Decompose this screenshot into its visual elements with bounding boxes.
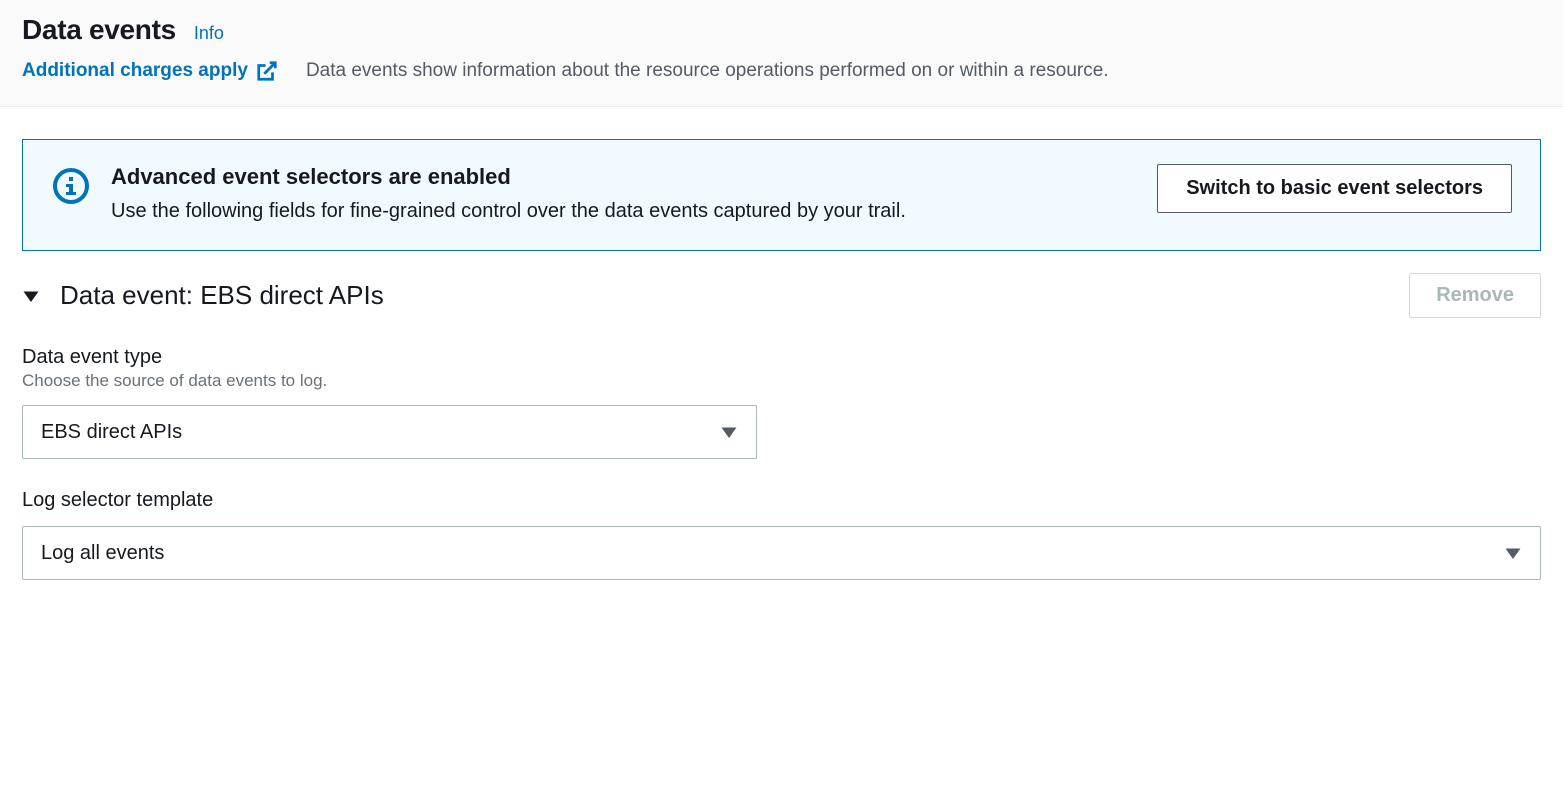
remove-button[interactable]: Remove: [1409, 273, 1541, 318]
banner-title: Advanced event selectors are enabled: [111, 164, 1137, 190]
header-subrow: Additional charges apply Data events sho…: [22, 60, 1541, 82]
collapse-toggle[interactable]: [22, 287, 40, 305]
chevron-down-icon: [1486, 544, 1540, 562]
page-title: Data events: [22, 14, 176, 46]
additional-charges-label: Additional charges apply: [22, 60, 248, 82]
switch-basic-selectors-button[interactable]: Switch to basic event selectors: [1157, 164, 1512, 213]
data-event-section-header: Data event: EBS direct APIs Remove: [22, 273, 1541, 318]
data-event-type-help: Choose the source of data events to log.: [22, 371, 1541, 391]
log-selector-template-value: Log all events: [23, 542, 1486, 565]
content-area: Advanced event selectors are enabled Use…: [0, 107, 1563, 634]
banner-text: Advanced event selectors are enabled Use…: [111, 164, 1137, 226]
info-icon: [51, 166, 91, 209]
header-title-row: Data events Info: [22, 14, 1541, 46]
info-link[interactable]: Info: [194, 23, 224, 44]
field-data-event-type: Data event type Choose the source of dat…: [22, 346, 1541, 459]
additional-charges-link[interactable]: Additional charges apply: [22, 60, 278, 82]
section-left: Data event: EBS direct APIs: [22, 280, 384, 311]
external-link-icon: [256, 60, 278, 82]
data-event-type-select[interactable]: EBS direct APIs: [22, 405, 757, 459]
data-event-type-value: EBS direct APIs: [23, 421, 702, 444]
log-selector-template-label: Log selector template: [22, 489, 1541, 512]
chevron-down-icon: [702, 423, 756, 441]
data-event-type-label: Data event type: [22, 346, 1541, 369]
section-title: Data event: EBS direct APIs: [60, 280, 384, 311]
header-description: Data events show information about the r…: [306, 60, 1109, 82]
banner-description: Use the following fields for fine-graine…: [111, 196, 911, 226]
header-section: Data events Info Additional charges appl…: [0, 0, 1563, 107]
info-banner: Advanced event selectors are enabled Use…: [22, 139, 1541, 251]
field-log-selector-template: Log selector template Log all events: [22, 489, 1541, 580]
log-selector-template-select[interactable]: Log all events: [22, 526, 1541, 580]
